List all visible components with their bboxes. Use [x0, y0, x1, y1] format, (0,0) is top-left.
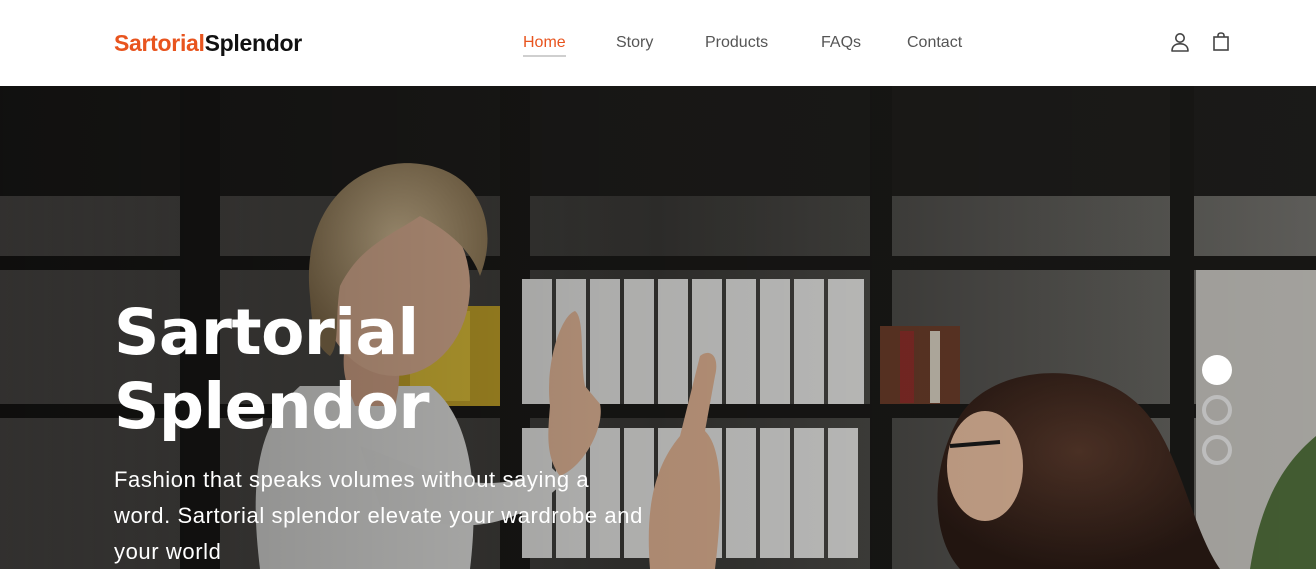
- slide-dot-1[interactable]: [1202, 355, 1232, 385]
- slide-dot-2[interactable]: [1202, 395, 1232, 425]
- shopping-bag-icon[interactable]: [1211, 31, 1233, 53]
- hero-title: Sartorial Splendor: [114, 296, 634, 444]
- nav-link-story[interactable]: Story: [616, 33, 653, 53]
- navbar: SartorialSplendor Home Story Products FA…: [0, 0, 1316, 86]
- nav-link-faqs[interactable]: FAQs: [821, 33, 861, 53]
- hero-title-line2: Splendor: [114, 370, 430, 443]
- nav-link-products[interactable]: Products: [705, 33, 768, 53]
- main-nav: Home Story Products FAQs Contact: [0, 33, 1316, 59]
- slider-pagination: [1202, 355, 1232, 465]
- nav-link-contact[interactable]: Contact: [907, 33, 962, 53]
- hero-subtitle: Fashion that speaks volumes without sayi…: [114, 467, 643, 564]
- user-icon[interactable]: [1169, 31, 1191, 53]
- hero-slider: Sartorial Splendor Fashion that speaks v…: [0, 86, 1316, 569]
- slide-dot-3[interactable]: [1202, 435, 1232, 465]
- nav-link-home[interactable]: Home: [523, 33, 566, 57]
- hero-title-line1: Sartorial: [114, 296, 419, 369]
